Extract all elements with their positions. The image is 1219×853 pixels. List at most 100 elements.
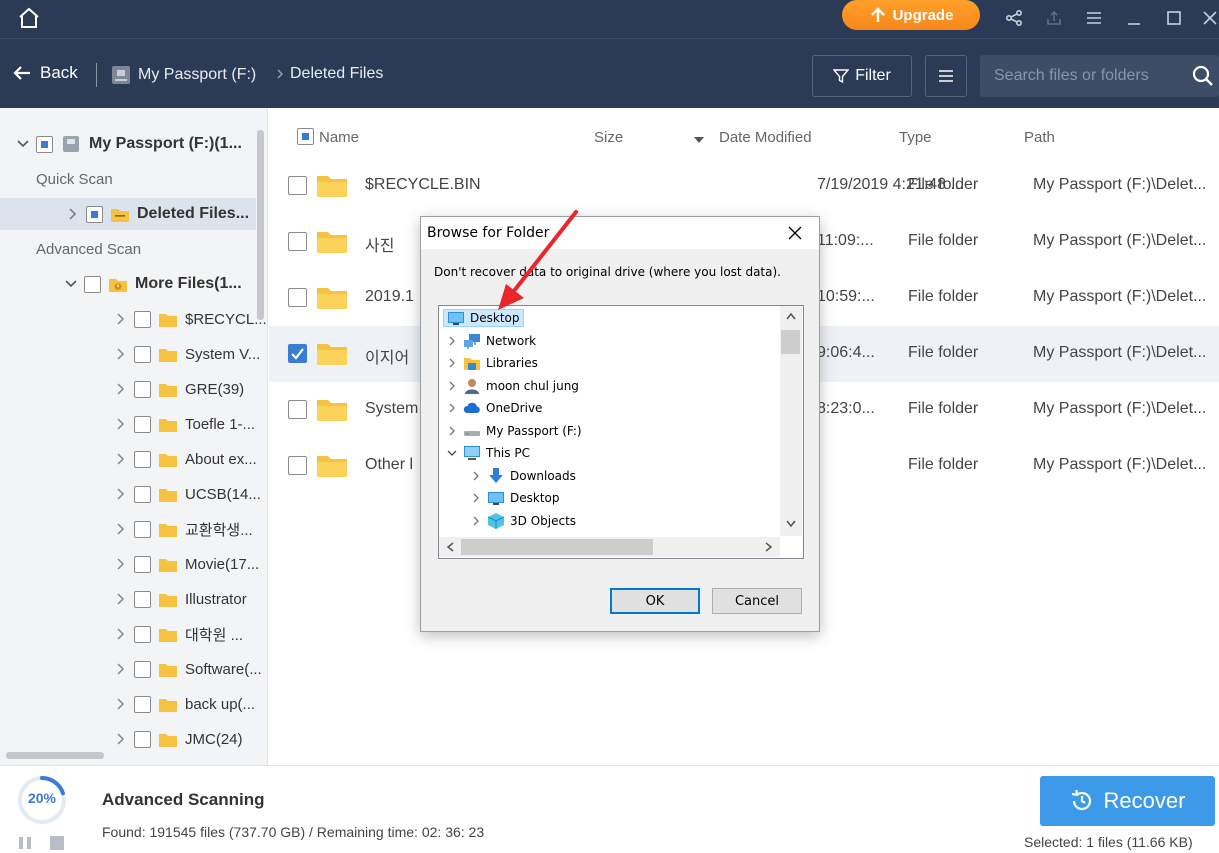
chevron-right-icon[interactable] (114, 487, 128, 501)
folder-tree-item-my-passport[interactable]: My Passport (F:) (447, 420, 582, 442)
upgrade-button[interactable]: Upgrade (842, 0, 980, 30)
root-checkbox[interactable] (36, 135, 53, 153)
scroll-right-icon[interactable] (765, 542, 773, 552)
pause-icon[interactable] (18, 836, 32, 850)
chevron-right-icon[interactable] (114, 627, 128, 641)
chevron-right-icon[interactable] (447, 336, 457, 346)
chevron-right-icon[interactable] (114, 347, 128, 361)
recover-button[interactable]: Recover (1040, 776, 1215, 826)
chevron-right-icon[interactable] (114, 522, 128, 536)
folder-checkbox[interactable] (134, 520, 151, 538)
ok-button[interactable]: OK (610, 588, 700, 614)
tree-item-folder[interactable]: $RECYCL... (0, 303, 267, 335)
chevron-right-icon[interactable] (114, 312, 128, 326)
row-checkbox[interactable] (288, 456, 307, 475)
chevron-right-icon[interactable] (114, 417, 128, 431)
row-checkbox[interactable] (288, 232, 307, 251)
folder-tree-vertical-thumb[interactable] (781, 330, 800, 354)
tree-item-folder[interactable]: 교환학생... (0, 513, 256, 545)
chevron-right-icon[interactable] (114, 732, 128, 746)
chevron-right-icon[interactable] (114, 557, 128, 571)
chevron-right-icon[interactable] (114, 662, 128, 676)
tree-item-folder[interactable]: UCSB(14... (0, 478, 261, 510)
folder-tree-item-libraries[interactable]: Libraries (447, 352, 538, 374)
folder-checkbox[interactable] (134, 310, 151, 328)
more-files-checkbox[interactable] (84, 275, 101, 293)
column-path[interactable]: Path (1024, 129, 1055, 146)
tree-item-folder[interactable]: About ex... (0, 443, 257, 475)
minimize-button[interactable] (1120, 4, 1148, 32)
chevron-right-icon[interactable] (471, 471, 481, 481)
folder-tree-item-desktop-pc[interactable]: Desktop (471, 487, 560, 509)
folder-tree-item-desktop[interactable]: Desktop (443, 307, 524, 329)
folder-tree-item-downloads[interactable]: Downloads (471, 465, 576, 487)
row-checkbox[interactable] (288, 400, 307, 419)
column-type[interactable]: Type (899, 129, 932, 146)
column-size[interactable]: Size (594, 129, 623, 146)
cancel-button[interactable]: Cancel (712, 588, 802, 614)
sidebar-vertical-scroll-thumb[interactable] (257, 130, 264, 320)
chevron-down-icon[interactable] (64, 277, 78, 291)
chevron-right-icon[interactable] (447, 403, 457, 413)
chevron-right-icon[interactable] (447, 426, 457, 436)
scroll-up-icon[interactable] (786, 312, 796, 320)
tree-item-folder[interactable]: back up(... (0, 688, 256, 720)
chevron-right-icon[interactable] (66, 207, 80, 221)
folder-checkbox[interactable] (134, 625, 151, 643)
tree-item-more-files[interactable]: More Files(1... (0, 268, 256, 300)
breadcrumb-drive[interactable]: My Passport (F:) (110, 65, 256, 85)
folder-tree-item-network[interactable]: Network (447, 330, 536, 352)
maximize-button[interactable] (1160, 4, 1188, 32)
sidebar-horizontal-scroll-thumb[interactable] (6, 752, 104, 759)
select-all-checkbox[interactable] (297, 128, 314, 145)
view-menu-button[interactable] (925, 55, 967, 97)
folder-checkbox[interactable] (134, 415, 151, 433)
folder-tree-item-onedrive[interactable]: OneDrive (447, 397, 542, 419)
folder-tree-item-3d-objects[interactable]: 3D Objects (471, 510, 576, 532)
sidebar-horizontal-scrollbar[interactable] (0, 749, 256, 761)
row-checkbox[interactable] (288, 344, 307, 363)
sidebar-vertical-scrollbar[interactable] (256, 120, 266, 755)
search-icon[interactable] (1192, 65, 1214, 87)
tree-item-folder[interactable]: Software(... (0, 653, 262, 685)
sort-down-icon[interactable] (694, 137, 704, 143)
tree-item-folder[interactable]: Movie(17... (0, 548, 259, 580)
folder-tree-horizontal-scrollbar[interactable] (439, 537, 780, 557)
tree-item-folder[interactable]: Illustrator (0, 583, 256, 615)
column-date-modified[interactable]: Date Modified (719, 129, 812, 146)
chevron-right-icon[interactable] (447, 381, 457, 391)
folder-checkbox[interactable] (134, 590, 151, 608)
chevron-right-icon[interactable] (471, 493, 481, 503)
folder-tree-item-this-pc[interactable]: This PC (447, 442, 530, 464)
folder-checkbox[interactable] (134, 695, 151, 713)
tree-item-folder[interactable]: System V... (0, 338, 260, 370)
dialog-close-icon[interactable] (785, 223, 805, 243)
column-name[interactable]: Name (319, 129, 359, 146)
folder-checkbox[interactable] (134, 450, 151, 468)
tree-item-deleted-files[interactable]: Deleted Files... (0, 198, 256, 230)
row-checkbox[interactable] (288, 288, 307, 307)
menu-lines-button[interactable] (1080, 4, 1108, 32)
share-button[interactable] (1000, 4, 1028, 32)
folder-checkbox[interactable] (134, 660, 151, 678)
chevron-down-icon[interactable] (16, 137, 30, 151)
folder-checkbox[interactable] (134, 380, 151, 398)
deleted-files-checkbox[interactable] (86, 205, 103, 223)
folder-checkbox[interactable] (134, 345, 151, 363)
chevron-right-icon[interactable] (447, 358, 457, 368)
chevron-right-icon[interactable] (471, 516, 481, 526)
filter-button[interactable]: Filter (812, 55, 912, 97)
close-button[interactable] (1196, 4, 1219, 32)
chevron-down-icon[interactable] (447, 448, 457, 458)
folder-checkbox[interactable] (134, 555, 151, 573)
row-checkbox[interactable] (288, 176, 307, 195)
tree-root-drive[interactable]: My Passport (F:)(1... (0, 128, 256, 160)
folder-checkbox[interactable] (134, 485, 151, 503)
folder-tree-vertical-scrollbar[interactable] (780, 306, 802, 536)
tree-item-folder[interactable]: 대학원 ... (0, 618, 256, 650)
home-button[interactable] (14, 3, 44, 33)
chevron-right-icon[interactable] (114, 452, 128, 466)
folder-tree-item-user[interactable]: moon chul jung (447, 375, 579, 397)
folder-tree-horizontal-thumb[interactable] (461, 539, 653, 555)
search-input[interactable] (980, 55, 1180, 97)
